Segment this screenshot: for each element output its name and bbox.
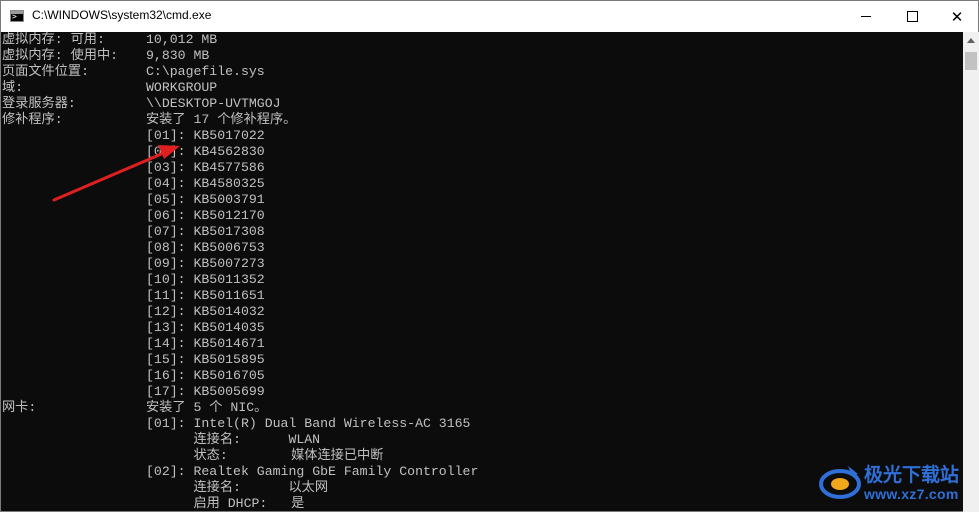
console-line: 连接名: WLAN — [2, 432, 962, 448]
console-line: [08]: KB5006753 — [2, 240, 962, 256]
console-line: 虚拟内存: 可用: 10,012 MB — [2, 32, 962, 48]
console-line: [14]: KB5014671 — [2, 336, 962, 352]
console-line: [16]: KB5016705 — [2, 368, 962, 384]
console-label: 网卡: — [2, 400, 37, 415]
console-line: [01]: Intel(R) Dual Band Wireless-AC 316… — [2, 416, 962, 432]
console-line: [17]: KB5005699 — [2, 384, 962, 400]
console-value: 连接名: 以太网 — [146, 480, 329, 495]
console-output[interactable]: 虚拟内存: 可用: 10,012 MB 虚拟内存: 使用中: 9,830 MB 页面文件… — [2, 32, 962, 512]
console-label: 登录服务器: — [2, 96, 76, 111]
console-value: [11]: KB5011651 — [146, 288, 265, 303]
console-value: 9,830 MB — [146, 48, 210, 63]
minimize-button[interactable] — [843, 1, 889, 32]
console-label: 虚拟内存: 使用中: — [2, 48, 119, 63]
chevron-up-icon — [967, 37, 975, 43]
console-value: 状态: 媒体连接已中断 — [146, 448, 384, 463]
close-button[interactable]: ✕ — [934, 1, 979, 32]
console-line: [11]: KB5011651 — [2, 288, 962, 304]
console-line: 页面文件位置: C:\pagefile.sys — [2, 64, 962, 80]
console-value: WORKGROUP — [146, 80, 218, 95]
console-value: [04]: KB4580325 — [146, 176, 265, 191]
console-value: [06]: KB5012170 — [146, 208, 265, 223]
console-value: [14]: KB5014671 — [146, 336, 265, 351]
vertical-scrollbar[interactable] — [963, 32, 979, 512]
console-label: 域: — [2, 80, 24, 95]
cmd-window: C:\WINDOWS\system32\cmd.exe ✕ 虚拟内存: 可用: 1… — [0, 0, 979, 512]
console-value: 启用 DHCP: 是 — [146, 496, 305, 511]
console-value: C:\pagefile.sys — [146, 64, 265, 79]
console-line: 虚拟内存: 使用中: 9,830 MB — [2, 48, 962, 64]
watermark: 极光下载站 www.xz7.com — [818, 458, 970, 508]
console-value: 安装了 5 个 NIC。 — [146, 400, 268, 415]
console-value: [01]: Intel(R) Dual Band Wireless-AC 316… — [146, 416, 471, 431]
console-line: [06]: KB5012170 — [2, 208, 962, 224]
minimize-icon — [861, 16, 871, 17]
console-value: [07]: KB5017308 — [146, 224, 265, 239]
console-value: 10,012 MB — [146, 32, 218, 47]
watermark-title: 极光下载站 — [864, 464, 960, 486]
console-label: 虚拟内存: 可用: — [2, 32, 105, 47]
console-value: [01]: KB5017022 — [146, 128, 265, 143]
console-value: [16]: KB5016705 — [146, 368, 265, 383]
console-line: 登录服务器: \\DESKTOP-UVTMGOJ — [2, 96, 962, 112]
console-line: [15]: KB5015895 — [2, 352, 962, 368]
console-value: [12]: KB5014032 — [146, 304, 265, 319]
cmd-icon[interactable] — [10, 10, 24, 22]
maximize-icon — [906, 11, 918, 22]
console-value: 安装了 17 个修补程序。 — [146, 112, 297, 127]
console-value: [03]: KB4577586 — [146, 160, 265, 175]
window-title: C:\WINDOWS\system32\cmd.exe — [32, 8, 212, 22]
console-label: 页面文件位置: — [2, 64, 90, 79]
console-line: [10]: KB5011352 — [2, 272, 962, 288]
console-line: [13]: KB5014035 — [2, 320, 962, 336]
console-value: [10]: KB5011352 — [146, 272, 265, 287]
console-value: [08]: KB5006753 — [146, 240, 265, 255]
watermark-url: www.xz7.com — [864, 486, 959, 502]
console-line: [05]: KB5003791 — [2, 192, 962, 208]
console-value: 连接名: WLAN — [146, 432, 321, 447]
scroll-up-button[interactable] — [963, 32, 979, 48]
scrollbar-thumb[interactable] — [965, 52, 977, 70]
console-value: [05]: KB5003791 — [146, 192, 265, 207]
console-line: 修补程序: 安装了 17 个修补程序。 — [2, 112, 962, 128]
console-line: 域: WORKGROUP — [2, 80, 962, 96]
console-value: [13]: KB5014035 — [146, 320, 265, 335]
console-value: [02]: Realtek Gaming GbE Family Controll… — [146, 464, 479, 479]
console-line: [03]: KB4577586 — [2, 160, 962, 176]
console-line: [12]: KB5014032 — [2, 304, 962, 320]
console-label: 修补程序: — [2, 112, 63, 127]
console-value: [02]: KB4562830 — [146, 144, 265, 159]
maximize-button[interactable] — [889, 1, 935, 32]
console-line: [01]: KB5017022 — [2, 128, 962, 144]
watermark-logo-icon — [819, 466, 861, 499]
title-bar[interactable]: C:\WINDOWS\system32\cmd.exe ✕ — [1, 1, 978, 32]
console-line: [04]: KB4580325 — [2, 176, 962, 192]
console-value: [09]: KB5007273 — [146, 256, 265, 271]
console-value: [15]: KB5015895 — [146, 352, 265, 367]
console-value: \\DESKTOP-UVTMGOJ — [146, 96, 281, 111]
console-value: [17]: KB5005699 — [146, 384, 265, 399]
console-line: [07]: KB5017308 — [2, 224, 962, 240]
console-line: [02]: KB4562830 — [2, 144, 962, 160]
close-icon: ✕ — [950, 7, 964, 26]
console-line: [09]: KB5007273 — [2, 256, 962, 272]
console-line: 网卡: 安装了 5 个 NIC。 — [2, 400, 962, 416]
